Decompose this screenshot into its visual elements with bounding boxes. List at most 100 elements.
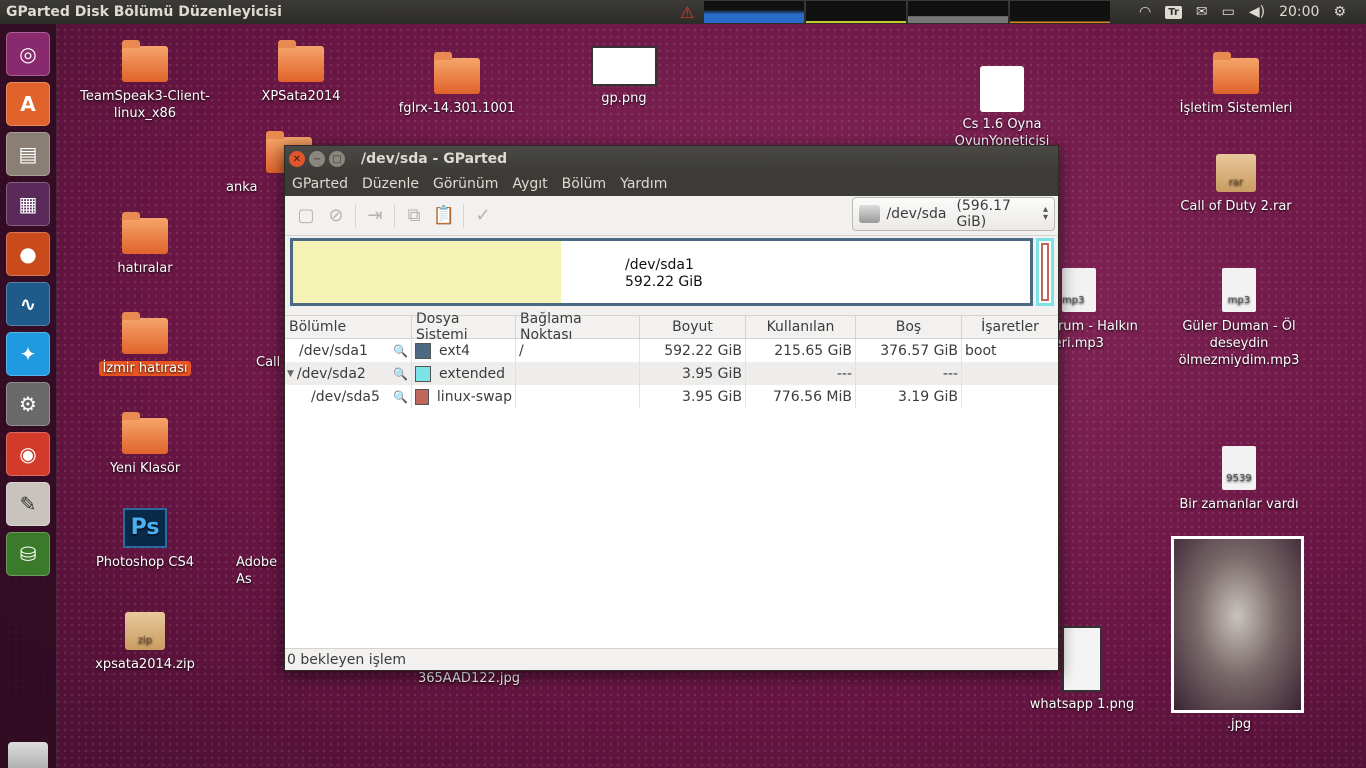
folder-icon <box>122 412 168 454</box>
software-center-icon[interactable]: A <box>6 82 50 126</box>
desktop-file-guler-mp3[interactable]: mp3 Güler Duman - Öl deseydin ölmezmiydim… <box>1164 268 1314 369</box>
folder-icon <box>122 212 168 254</box>
col-partition[interactable]: Bölümle <box>285 316 412 338</box>
desktop-folder-yeni[interactable]: Yeni Klasör <box>70 412 220 477</box>
warning-icon[interactable]: ⚠ <box>680 3 694 22</box>
menu-partition[interactable]: Bölüm <box>555 176 614 192</box>
desktop-folder-fglrx[interactable]: fglrx-14.301.1001 <box>382 52 532 117</box>
cs-app-icon <box>980 66 1024 112</box>
minimize-icon[interactable]: − <box>309 151 325 167</box>
col-filesystem[interactable]: Dosya Sistemi <box>412 311 516 343</box>
fs-color-swatch <box>415 365 431 382</box>
flags: boot <box>965 342 997 359</box>
partition-map-sda2[interactable] <box>1036 238 1054 306</box>
device-selector[interactable]: /dev/sda (596.17 GiB) ▴ ▾ <box>852 197 1055 231</box>
menu-gparted[interactable]: GParted <box>285 176 355 192</box>
col-mountpoint[interactable]: Bağlama Noktası <box>516 311 640 343</box>
desktop-file-halkin-mp3[interactable]: mp3 orum - Halkın leri.mp3 <box>1050 268 1150 352</box>
paste-icon[interactable]: 📋 <box>429 201 459 231</box>
desktop-folder-xpsata[interactable]: XPSata2014 <box>226 40 376 105</box>
desktop-file-xpsata-zip[interactable]: zip xpsata2014.zip <box>70 612 220 673</box>
filesystem: ext4 <box>439 342 471 359</box>
delete-icon[interactable]: ⊘ <box>321 201 351 231</box>
ubuntu-dash-icon[interactable]: ◎ <box>6 32 50 76</box>
image-thumbnail-icon <box>591 46 657 86</box>
partition-map-sda5[interactable] <box>1041 243 1049 301</box>
map-partition-name: /dev/sda1 <box>625 257 694 273</box>
desktop-app-cs16[interactable]: Cs 1.6 Oyna OyunYoneticisi <box>927 66 1077 150</box>
maximize-icon[interactable]: □ <box>329 151 345 167</box>
text-editor-icon[interactable]: ✎ <box>6 482 50 526</box>
partition-map-sda1[interactable]: /dev/sda1 592.22 GiB <box>290 238 1033 306</box>
new-partition-icon[interactable]: ▢ <box>291 201 321 231</box>
mount-point <box>516 385 640 408</box>
battery-icon[interactable]: ▭ <box>1222 4 1235 20</box>
gparted-icon[interactable]: ⛁ <box>6 532 50 576</box>
apply-icon[interactable]: ✓ <box>468 201 498 231</box>
pending-operations: 0 bekleyen işlem <box>287 651 407 668</box>
workspace-switcher-icon[interactable]: ▦ <box>6 182 50 226</box>
menu-help[interactable]: Yardım <box>613 176 674 192</box>
col-flags[interactable]: İşaretler <box>962 316 1058 338</box>
window-titlebar[interactable]: ✕ − □ /dev/sda - GParted <box>285 146 1058 172</box>
twitter-icon[interactable]: ✦ <box>6 332 50 376</box>
network-graph <box>908 1 1009 23</box>
menu-edit[interactable]: Düzenle <box>355 176 426 192</box>
harddisk-icon <box>859 205 881 223</box>
clock[interactable]: 20:00 <box>1279 4 1319 20</box>
keyboard-layout-indicator[interactable]: Tr <box>1165 5 1182 19</box>
desktop-file-cod2-rar[interactable]: rar Call of Duty 2.rar <box>1161 154 1311 215</box>
expander-icon[interactable]: ▼ <box>287 369 294 379</box>
desktop-folder-teamspeak[interactable]: TeamSpeak3-Client-linux_x86 <box>70 40 220 122</box>
table-row[interactable]: /dev/sda1 🔍 ext4 / 592.22 GiB 215.65 GiB … <box>285 339 1058 362</box>
copy-icon[interactable]: ⧉ <box>399 201 429 231</box>
partition-map-label: /dev/sda1 592.22 GiB <box>625 257 703 291</box>
table-row[interactable]: /dev/sda5 🔍 linux-swap 3.95 GiB 776.56 Mi… <box>285 385 1058 408</box>
table-empty-area[interactable] <box>285 408 1058 649</box>
fs-color-swatch <box>415 342 431 359</box>
device-name: /dev/sda <box>886 206 947 222</box>
statusbar: 0 bekleyen işlem <box>285 648 1058 670</box>
col-free[interactable]: Boş <box>856 316 962 338</box>
memory-graph <box>806 1 907 23</box>
folder-icon <box>1213 52 1259 94</box>
desktop-app-photoshop[interactable]: Ps Photoshop CS4 <box>70 508 220 571</box>
archive-icon: zip <box>125 612 165 650</box>
desktop-folder-call[interactable]: Call <box>256 354 286 371</box>
close-icon[interactable]: ✕ <box>289 151 305 167</box>
desktop-folder-anka[interactable]: anka <box>226 131 312 196</box>
key-icon: 🔍 <box>393 366 408 381</box>
menu-device[interactable]: Aygıt <box>505 176 554 192</box>
desktop-folder-izmir[interactable]: İzmir hatırası <box>70 312 220 377</box>
col-used[interactable]: Kullanılan <box>746 316 856 338</box>
dog-photo-thumbnail[interactable] <box>1171 536 1304 713</box>
system-load-indicator[interactable]: ⚠ <box>680 1 1111 23</box>
toolbar-separator <box>355 203 356 228</box>
desktop-file-bir-zamanlar[interactable]: 9539 Bir zamanlar vardı <box>1164 446 1314 513</box>
chrome-icon[interactable]: ◉ <box>6 432 50 476</box>
files-icon[interactable]: ▤ <box>6 132 50 176</box>
resize-move-icon[interactable]: ⇥ <box>360 201 390 231</box>
desktop-app-adobe[interactable]: Adobe As <box>236 554 286 588</box>
size: 3.95 GiB <box>640 362 746 385</box>
volume-icon[interactable]: ◀) <box>1249 4 1265 20</box>
trash-icon[interactable] <box>8 742 48 768</box>
folder-icon <box>122 40 168 82</box>
folder-icon <box>122 312 168 354</box>
wifi-icon[interactable]: ◠ <box>1139 4 1151 20</box>
archive-icon: rar <box>1216 154 1256 192</box>
mail-icon[interactable]: ✉ <box>1196 4 1208 20</box>
photoshop-icon: Ps <box>123 508 167 548</box>
table-row[interactable]: ▼/dev/sda2 🔍 extended 3.95 GiB --- --- <box>285 362 1058 385</box>
desktop-folder-isletim[interactable]: İşletim Sistemleri <box>1161 52 1311 117</box>
desktop-file-365aad[interactable]: 365AAD122.jpg <box>394 670 544 687</box>
firefox-icon[interactable]: ● <box>6 232 50 276</box>
desktop-folder-hatiralar[interactable]: hatıralar <box>70 212 220 277</box>
menu-view[interactable]: Görünüm <box>426 176 505 192</box>
settings-icon[interactable]: ⚙ <box>6 382 50 426</box>
system-monitor-icon[interactable]: ∿ <box>6 282 50 326</box>
desktop-file-jpg[interactable]: .jpg <box>1164 716 1314 733</box>
desktop-file-gp-png[interactable]: gp.png <box>549 46 699 107</box>
power-gear-icon[interactable]: ⚙ <box>1333 4 1346 20</box>
col-size[interactable]: Boyut <box>640 316 746 338</box>
